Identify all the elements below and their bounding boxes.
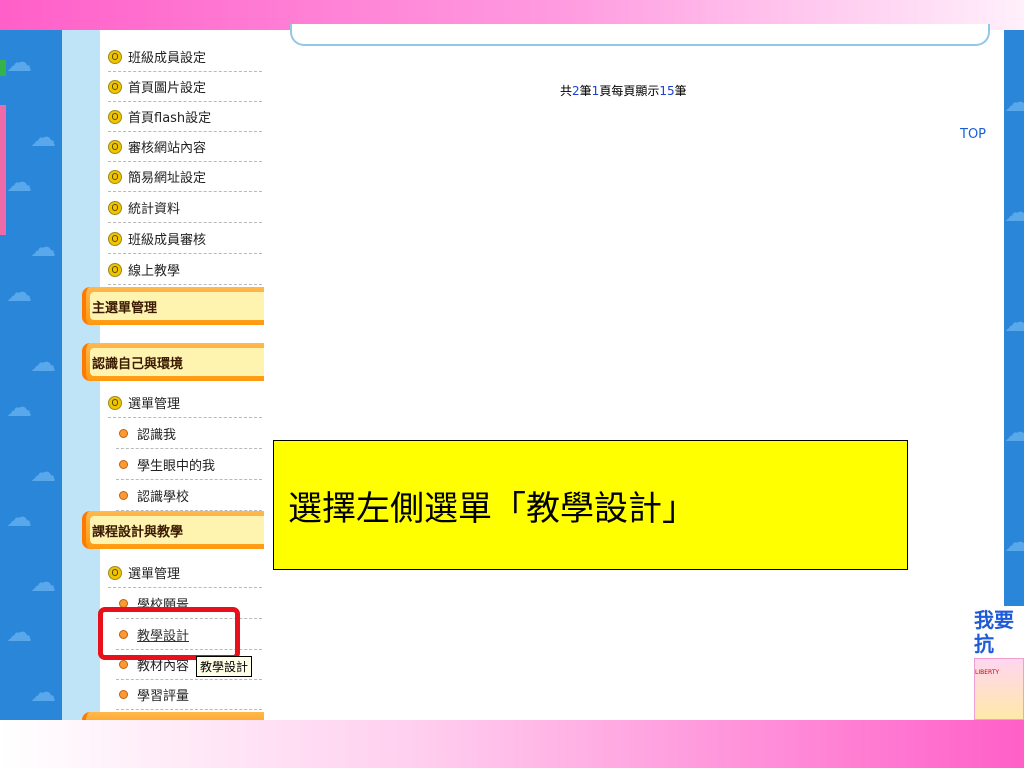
person-icon [108,169,122,184]
category-label: 課程設計與教學 [90,516,264,544]
sidebar-item-label: 線上教學 [128,264,181,279]
dot-icon [119,660,128,669]
ad-line: 抗 [974,632,994,656]
person-icon [108,231,122,246]
cloud-icon: ☁ [30,678,56,708]
category-label: 主選單管理 [90,292,264,320]
cloud-icon: ☁ [1004,528,1024,558]
sidebar-item-review-content[interactable]: 審核網站內容 [108,132,262,162]
sidebar-item-label: 審核網站內容 [128,141,207,156]
sidebar-item-me-in-students-eyes[interactable]: 學生眼中的我 [116,450,262,480]
top-link[interactable]: TOP [960,127,986,142]
person-icon [108,262,122,277]
sidebar-item-learning-assessment[interactable]: 學習評量 [116,680,262,710]
sidebar-item-label: 選單管理 [128,567,181,582]
cloud-icon: ☁ [30,348,56,378]
dot-icon [119,460,128,469]
instruction-callout: 選擇左側選單「教學設計」 [273,440,908,570]
cloud-icon: ☁ [6,393,32,423]
person-icon [108,395,122,410]
person-icon [108,200,122,215]
ad-line: 我要 [974,608,1014,632]
cloud-icon: ☁ [30,123,56,153]
tooltip: 教學設計 [196,656,253,677]
category-course-design[interactable]: 課程設計與教學 [82,511,264,549]
sidebar-item-home-flash[interactable]: 首頁flash設定 [108,102,262,132]
bottom-pink-band [0,720,1024,768]
ad-image: LIBERTY [974,658,1024,720]
cloud-icon: ☁ [6,503,32,533]
sidebar-item-label: 學生眼中的我 [137,459,216,474]
sidebar-item-short-url[interactable]: 簡易網址設定 [108,162,262,192]
sidebar-item-label: 認識我 [137,428,177,443]
sidebar-item-member-review[interactable]: 班級成員審核 [108,224,262,254]
callout-text: 選擇左側選單「教學設計」 [288,488,696,529]
highlight-box [98,607,240,660]
sidebar-item-label: 統計資料 [128,202,181,217]
person-icon [108,565,122,580]
person-icon [108,79,122,94]
cloud-icon: ☁ [1004,308,1024,338]
cloud-icon: ☁ [30,458,56,488]
category-self-environment[interactable]: 認識自己與環境 [82,343,264,381]
ad-banner[interactable]: 我要抗 LIBERTY [972,606,1024,720]
top-panel [290,24,990,46]
main-content [264,30,1004,720]
cloud-icon: ☁ [6,48,32,78]
sidebar-item-label: 學習評量 [137,689,190,704]
dot-icon [119,429,128,438]
sidebar-item-know-school[interactable]: 認識學校 [116,481,262,511]
sidebar-item-label: 班級成員設定 [128,51,207,66]
paging-text: 共 [560,84,573,98]
sidebar-item-label: 班級成員審核 [128,233,207,248]
cloud-icon: ☁ [30,233,56,263]
paging-total: 2 [572,84,580,98]
paging-text: 筆 [579,84,592,98]
category-main-menu[interactable]: 主選單管理 [82,287,264,325]
left-background-panel: ☁ ☁ ☁ ☁ ☁ ☁ ☁ ☁ ☁ ☁ ☁ ☁ [0,30,62,720]
sidebar-item-label: 認識學校 [137,490,190,505]
paging-text: 頁每頁顯示 [599,84,660,98]
sidebar-item-label: 選單管理 [128,397,181,412]
sidebar-item-online-teaching[interactable]: 線上教學 [108,255,262,285]
dot-icon [119,491,128,500]
person-icon [108,49,122,64]
paging-text: 筆 [674,84,687,98]
sidebar-item-statistics[interactable]: 統計資料 [108,193,262,223]
cloud-icon: ☁ [1004,198,1024,228]
ad-label: LIBERTY [975,669,1000,676]
cloud-icon: ☁ [6,278,32,308]
sidebar-item-home-images[interactable]: 首頁圖片設定 [108,72,262,102]
sidebar-item-label: 首頁flash設定 [128,111,212,126]
person-icon [108,109,122,124]
sidebar-item-class-members[interactable]: 班級成員設定 [108,42,262,72]
sidebar-item-label: 簡易網址設定 [128,171,207,186]
sidebar-item-menu-manage[interactable]: 選單管理 [108,558,262,588]
cloud-icon: ☁ [1004,418,1024,448]
paging-info: 共2筆1頁每頁顯示15筆 [560,82,687,99]
category-label: 認識自己與環境 [90,348,264,376]
person-icon [108,139,122,154]
dot-icon [119,690,128,699]
cloud-icon: ☁ [6,168,32,198]
ad-text: 我要抗 [974,608,1014,656]
sidebar-item-menu-manage[interactable]: 選單管理 [108,388,262,418]
paging-per-page: 15 [659,84,675,98]
cloud-icon: ☁ [1004,88,1024,118]
cloud-icon: ☁ [6,618,32,648]
sidebar-item-label: 首頁圖片設定 [128,81,207,96]
sidebar-item-know-me[interactable]: 認識我 [116,419,262,449]
cloud-icon: ☁ [30,568,56,598]
